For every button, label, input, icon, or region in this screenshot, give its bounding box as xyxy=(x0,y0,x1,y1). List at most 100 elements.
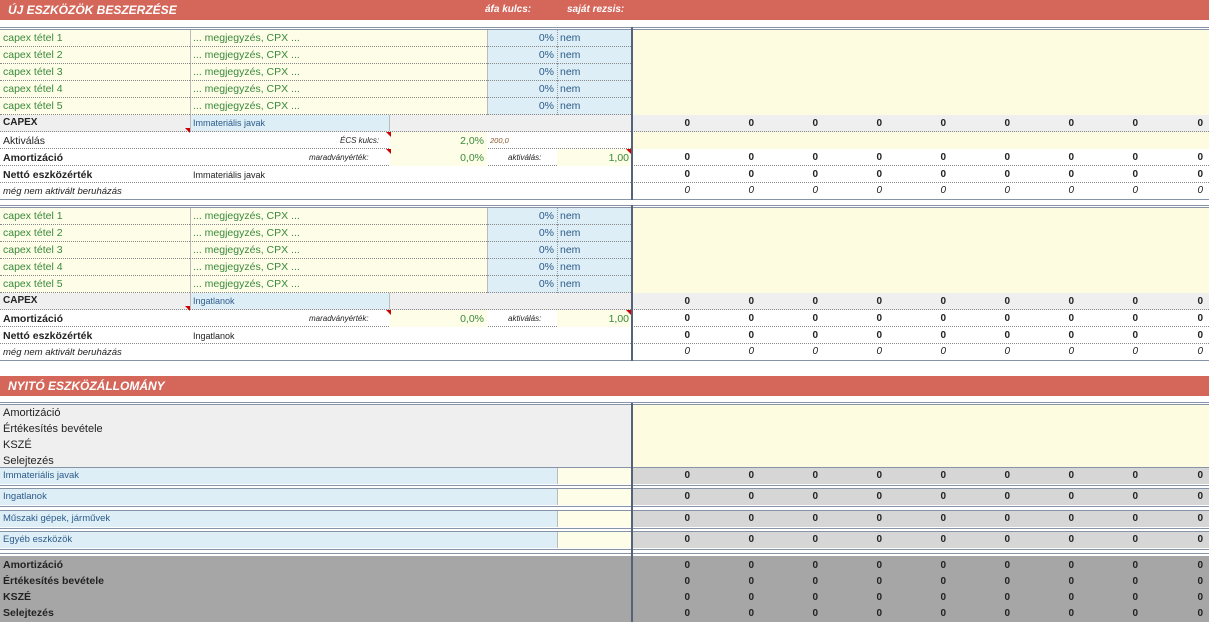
capex-item-name[interactable]: capex tétel 4 xyxy=(3,83,63,95)
opening-category-input[interactable] xyxy=(557,511,631,527)
capex-item-note[interactable]: ... megjegyzés, CPX ... xyxy=(193,83,300,95)
vat-rate-value[interactable]: 0% xyxy=(490,227,554,239)
opening-input-area[interactable] xyxy=(633,405,1209,467)
capex-item-name[interactable]: capex tétel 3 xyxy=(3,66,63,78)
vat-rate-value[interactable]: 0% xyxy=(490,244,554,256)
capex-item-name[interactable]: capex tétel 5 xyxy=(3,278,63,290)
period-value-7: 0 xyxy=(1068,491,1074,502)
depreciation-rate-value[interactable]: 2,0% xyxy=(390,135,484,147)
net-value-row xyxy=(0,327,1209,344)
residual-value[interactable]: 0,0% xyxy=(390,313,484,325)
period-value-7: 0 xyxy=(1068,608,1074,619)
overhead-value[interactable]: nem xyxy=(560,49,580,61)
period-value-9: 0 xyxy=(1197,118,1203,129)
period-value-7: 0 xyxy=(1068,118,1074,129)
period-value-6: 0 xyxy=(1004,534,1010,545)
period-value-7: 0 xyxy=(1068,313,1074,324)
section-header-opening-assets: NYITÓ ESZKÖZÁLLOMÁNY xyxy=(0,376,1209,396)
row-separator xyxy=(0,27,1209,28)
capex-item-note[interactable]: ... megjegyzés, CPX ... xyxy=(193,100,300,112)
capex-item-note[interactable]: ... megjegyzés, CPX ... xyxy=(193,32,300,44)
period-value-9: 0 xyxy=(1197,608,1203,619)
vat-rate-value[interactable]: 0% xyxy=(490,32,554,44)
period-value-9: 0 xyxy=(1197,330,1203,341)
net-value-row xyxy=(0,166,1209,183)
capex-item-name[interactable]: capex tétel 4 xyxy=(3,261,63,273)
period-value-1: 0 xyxy=(684,608,690,619)
period-value-3: 0 xyxy=(812,470,818,481)
vat-rate-value[interactable]: 0% xyxy=(490,100,554,112)
vat-rate-value[interactable]: 0% xyxy=(490,210,554,222)
overhead-value[interactable]: nem xyxy=(560,83,580,95)
capex-item-note[interactable]: ... megjegyzés, CPX ... xyxy=(193,227,300,239)
overhead-value[interactable]: nem xyxy=(560,210,580,222)
overhead-value[interactable]: nem xyxy=(560,278,580,290)
period-value-6: 0 xyxy=(1004,296,1010,307)
period-value-3: 0 xyxy=(812,346,818,357)
capex-item-name[interactable]: capex tétel 1 xyxy=(3,32,63,44)
capex-category[interactable]: Ingatlanok xyxy=(193,296,235,306)
period-value-7: 0 xyxy=(1068,169,1074,180)
capex-item-name[interactable]: capex tétel 1 xyxy=(3,210,63,222)
capex-label: CAPEX xyxy=(3,117,38,128)
capex-item-name[interactable]: capex tétel 2 xyxy=(3,227,63,239)
period-value-4: 0 xyxy=(876,169,882,180)
opening-category-input[interactable] xyxy=(557,489,631,505)
not-activated-label: még nem aktivált beruházás xyxy=(3,186,122,197)
capex-item-name[interactable]: capex tétel 3 xyxy=(3,244,63,256)
capex-item-note[interactable]: ... megjegyzés, CPX ... xyxy=(193,210,300,222)
activation-input-area[interactable] xyxy=(633,132,1209,149)
vat-rate-value[interactable]: 0% xyxy=(490,278,554,290)
input-area[interactable] xyxy=(633,30,1209,115)
capex-item-note[interactable]: ... megjegyzés, CPX ... xyxy=(193,261,300,273)
activation-factor-value[interactable]: 1,00 xyxy=(557,152,629,164)
period-value-1: 0 xyxy=(684,169,690,180)
vat-rate-value[interactable]: 0% xyxy=(490,66,554,78)
period-value-6: 0 xyxy=(1004,346,1010,357)
vat-rate-label: áfa kulcs: xyxy=(485,4,532,15)
depreciation-rate-label: ÉCS kulcs: xyxy=(340,136,380,145)
period-value-3: 0 xyxy=(812,534,818,545)
capex-item-note[interactable]: ... megjegyzés, CPX ... xyxy=(193,66,300,78)
period-value-1: 0 xyxy=(684,152,690,163)
overhead-value[interactable]: nem xyxy=(560,244,580,256)
capex-category[interactable]: Immateriális javak xyxy=(193,118,265,128)
capex-item-name[interactable]: capex tétel 5 xyxy=(3,100,63,112)
period-value-6: 0 xyxy=(1004,118,1010,129)
period-value-7: 0 xyxy=(1068,346,1074,357)
capex-item-note[interactable]: ... megjegyzés, CPX ... xyxy=(193,244,300,256)
capex-item-note[interactable]: ... megjegyzés, CPX ... xyxy=(193,49,300,61)
opening-category-input[interactable] xyxy=(557,468,631,484)
period-value-5: 0 xyxy=(940,592,946,603)
vat-rate-value[interactable]: 0% xyxy=(490,83,554,95)
not-activated-row xyxy=(0,183,1209,200)
overhead-value[interactable]: nem xyxy=(560,100,580,112)
vat-rate-value[interactable]: 0% xyxy=(490,261,554,273)
input-area[interactable] xyxy=(633,208,1209,293)
period-value-9: 0 xyxy=(1197,169,1203,180)
capex-item-name[interactable]: capex tétel 2 xyxy=(3,49,63,61)
overhead-value[interactable]: nem xyxy=(560,261,580,273)
period-value-3: 0 xyxy=(812,592,818,603)
overhead-value[interactable]: nem xyxy=(560,227,580,239)
vat-rate-value[interactable]: 0% xyxy=(490,49,554,61)
period-value-7: 0 xyxy=(1068,296,1074,307)
opening-category-label: Immateriális javak xyxy=(3,470,80,481)
period-value-8: 0 xyxy=(1132,330,1138,341)
opening-label: Értékesítés bevétele xyxy=(3,423,103,435)
period-value-8: 0 xyxy=(1132,470,1138,481)
opening-total-label: Selejtezés xyxy=(3,607,54,619)
period-value-2: 0 xyxy=(748,185,754,196)
activation-factor-label: aktiválás: xyxy=(508,153,542,162)
activation-factor-value[interactable]: 1,00 xyxy=(557,313,629,325)
overhead-value[interactable]: nem xyxy=(560,32,580,44)
period-value-7: 0 xyxy=(1068,470,1074,481)
period-value-7: 0 xyxy=(1068,513,1074,524)
residual-value[interactable]: 0,0% xyxy=(390,152,484,164)
opening-category-input[interactable] xyxy=(557,532,631,548)
capex-item-note[interactable]: ... megjegyzés, CPX ... xyxy=(193,278,300,290)
overhead-value[interactable]: nem xyxy=(560,66,580,78)
period-value-6: 0 xyxy=(1004,313,1010,324)
row-separator xyxy=(0,506,1209,507)
opening-totals-area xyxy=(0,556,1209,622)
